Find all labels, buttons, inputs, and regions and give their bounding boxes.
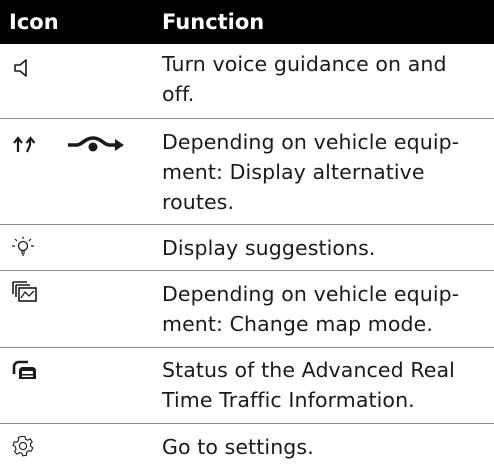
table-row: Go to settings. — [0, 424, 494, 469]
header-icon-column: Icon — [9, 10, 59, 34]
function-text: Display suggestions. — [153, 225, 494, 270]
icon-cell — [0, 119, 153, 224]
function-line: routes. — [162, 190, 235, 214]
map-mode-icon — [12, 281, 37, 302]
function-line: ment: Display alternative — [162, 160, 425, 184]
gear-icon — [12, 435, 34, 457]
table-row: Turn voice guidance on and off. — [0, 44, 494, 119]
icon-cell — [0, 348, 153, 423]
function-text: Depending on vehicle equip- ment: Change… — [153, 271, 494, 347]
table-row: Display suggestions. — [0, 225, 494, 271]
icon-function-table: Icon Function Turn voice guidance on and… — [0, 0, 494, 469]
function-text: Go to settings. — [153, 424, 494, 469]
speaker-icon — [14, 59, 27, 77]
icon-cell — [0, 44, 153, 118]
function-text: Turn voice guidance on and off. — [153, 44, 494, 118]
function-line: Time Traffic Information. — [162, 388, 415, 412]
function-line: off. — [162, 82, 195, 106]
icon-cell — [0, 225, 153, 270]
traffic-info-car-icon — [12, 360, 36, 379]
table-row: Status of the Advanced Real Time Traffic… — [0, 348, 494, 424]
function-line: ment: Change map mode. — [162, 312, 433, 336]
function-text: Depending on vehicle equip- ment: Displa… — [153, 119, 494, 224]
icon-cell — [0, 424, 153, 469]
table-row: Depending on vehicle equip- ment: Displa… — [0, 119, 494, 225]
function-line: Depending on vehicle equip- — [162, 130, 460, 154]
table-row: Depending on vehicle equip- ment: Change… — [0, 271, 494, 348]
function-line: Status of the Advanced Real — [162, 358, 455, 382]
lightbulb-icon — [12, 236, 34, 256]
icon-cell — [0, 271, 153, 347]
function-line: Go to settings. — [162, 435, 314, 459]
table-header: Icon Function — [0, 0, 494, 44]
route-fork-icon — [68, 136, 124, 152]
header-function-column: Function — [162, 10, 265, 34]
alternative-routes-arrows-icon — [13, 136, 36, 153]
function-line: Display suggestions. — [162, 236, 376, 260]
function-line: Turn voice guidance on and — [162, 52, 447, 76]
function-line: Depending on vehicle equip- — [162, 282, 460, 306]
function-text: Status of the Advanced Real Time Traffic… — [153, 348, 494, 423]
